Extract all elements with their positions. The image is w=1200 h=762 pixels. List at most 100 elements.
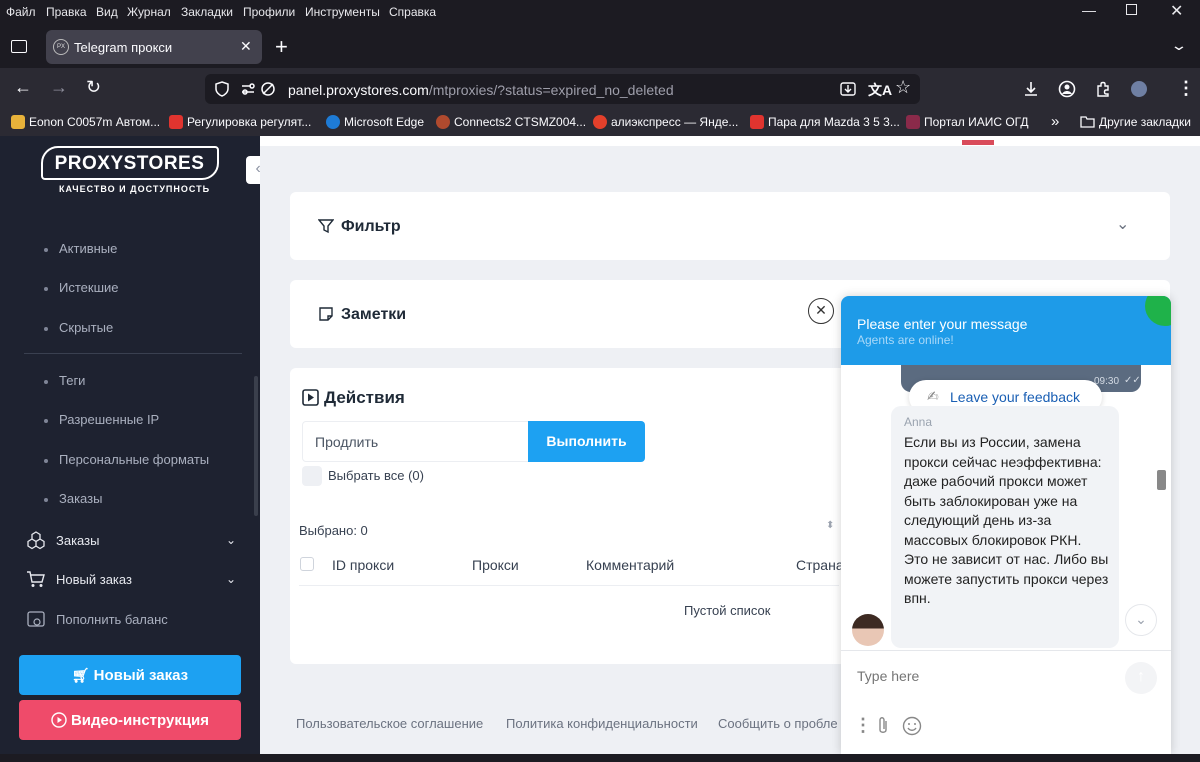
menu-bookmarks[interactable]: Закладки <box>181 5 233 19</box>
new-tab-icon[interactable]: + <box>275 36 288 58</box>
footer-link-report[interactable]: Сообщить о пробле <box>718 716 838 731</box>
send-icon[interactable]: ↑ <box>1125 662 1157 694</box>
shield-icon[interactable] <box>214 81 230 97</box>
filter-title: Фильтр <box>341 218 401 235</box>
video-guide-button[interactable]: Видео-инструкция <box>19 700 241 740</box>
edge-icon <box>326 115 340 129</box>
permissions-icon[interactable] <box>240 81 256 97</box>
language-flag-icon[interactable] <box>962 140 994 145</box>
sidebar-item-new-order[interactable]: Новый заказ ⌄ <box>26 569 236 589</box>
sidebar-item-tags[interactable]: Теги <box>44 373 85 388</box>
chat-scrollbar[interactable] <box>1157 470 1166 490</box>
bookmark-item[interactable]: алиэкспресс — Янде... <box>593 115 738 129</box>
forward-icon[interactable]: → <box>50 77 68 98</box>
active-tab[interactable]: PX Telegram прокси ✕ <box>46 30 262 64</box>
column-header-country[interactable]: Страна <box>796 557 844 573</box>
footer-link-terms[interactable]: Пользовательское соглашение <box>296 716 483 731</box>
sidebar-item-expired[interactable]: Истекшие <box>44 280 119 295</box>
execute-button[interactable]: Выполнить <box>528 421 645 462</box>
tab-overview-icon[interactable] <box>11 40 27 53</box>
translate-icon[interactable]: 文A <box>868 80 892 100</box>
bookmark-item[interactable]: Пара для Mazda 3 5 3... <box>750 115 900 129</box>
back-icon[interactable]: ← <box>14 77 32 98</box>
bookmark-label: Портал ИАИС ОГД <box>924 115 1029 129</box>
emoji-icon[interactable] <box>902 716 922 736</box>
bookmark-favicon-icon <box>169 115 183 129</box>
new-order-button[interactable]: 🛒︎ Новый заказ <box>19 655 241 695</box>
actions-title: Действия <box>324 388 405 407</box>
menu-file[interactable]: Файл <box>6 5 36 19</box>
other-bookmarks-label: Другие закладки <box>1099 115 1191 129</box>
sidebar-item-top-up[interactable]: Пополнить баланс <box>26 609 236 629</box>
restore-icon[interactable] <box>1126 4 1137 15</box>
chat-message-input[interactable] <box>851 664 1116 688</box>
logo[interactable]: PROXYSTORES <box>41 146 219 180</box>
close-tab-icon[interactable]: ✕ <box>240 38 252 55</box>
url-text[interactable]: panel.proxystores.com/mtproxies/?status=… <box>288 82 674 98</box>
scroll-down-icon[interactable]: ⌄ <box>1125 604 1157 636</box>
action-select[interactable]: Продлить <box>302 421 530 462</box>
sidebar-item-orders[interactable]: Заказы ⌄ <box>26 530 236 550</box>
more-options-icon[interactable]: ⋮ <box>854 715 872 736</box>
window-bottom-edge <box>0 754 1200 762</box>
sidebar-item-formats[interactable]: Персональные форматы <box>44 452 209 467</box>
menu-view[interactable]: Вид <box>96 5 118 19</box>
bookmark-label: Регулировка регулят... <box>187 115 312 129</box>
bookmark-label: алиэкспресс — Янде... <box>611 115 739 129</box>
sidebar-item-active[interactable]: Активные <box>44 241 117 256</box>
url-bar[interactable]: panel.proxystores.com/mtproxies/?status=… <box>205 74 920 104</box>
chevron-down-icon[interactable]: ⌄ <box>1116 214 1129 234</box>
url-domain: panel.proxystores.com <box>288 82 429 98</box>
reload-icon[interactable]: ↻ <box>86 77 101 98</box>
attach-icon[interactable] <box>875 716 891 736</box>
column-header-id[interactable]: ID прокси <box>332 557 394 573</box>
extension-cursor-icon[interactable] <box>1131 81 1147 97</box>
filter-panel[interactable]: Фильтр ⌄ <box>290 192 1170 260</box>
sort-icon[interactable]: ⬍ <box>826 520 834 531</box>
close-chat-button[interactable]: ✕ <box>808 298 834 324</box>
minimize-icon[interactable]: — <box>1082 2 1096 18</box>
sidebar-item-label: Заказы <box>56 532 100 548</box>
video-guide-button-label: Видео-инструкция <box>70 711 210 729</box>
account-icon[interactable] <box>1058 80 1076 98</box>
other-bookmarks[interactable]: Другие закладки <box>1080 115 1191 129</box>
tab-title: Telegram прокси <box>74 40 173 55</box>
app-menu-icon[interactable]: ⋮ <box>1177 78 1195 99</box>
bookmark-item[interactable]: Eonon C0057m Автом... <box>11 115 160 129</box>
bookmark-item[interactable]: Портал ИАИС ОГД <box>906 115 1029 129</box>
bookmark-star-icon[interactable]: ☆ <box>895 77 911 98</box>
note-icon <box>319 307 333 321</box>
extensions-icon[interactable] <box>1094 80 1112 98</box>
agent-message-text: Если вы из России, замена прокси сейчас … <box>904 434 1109 606</box>
menu-edit[interactable]: Правка <box>46 5 87 19</box>
menu-profiles[interactable]: Профили <box>243 5 295 19</box>
sidebar-item-hidden[interactable]: Скрытые <box>44 320 113 335</box>
footer-link-privacy[interactable]: Политика конфиденциальности <box>506 716 698 731</box>
bookmarks-overflow-icon[interactable]: » <box>1051 113 1059 130</box>
column-header-comment[interactable]: Комментарий <box>586 557 674 573</box>
sidebar-item-orders-sub[interactable]: Заказы <box>44 491 102 506</box>
tracking-off-icon[interactable] <box>260 81 276 97</box>
agent-name: Anna <box>904 415 933 429</box>
boxes-icon <box>27 531 45 550</box>
chat-header: Please enter your message Agents are onl… <box>841 296 1171 365</box>
select-all-checkbox[interactable] <box>302 466 322 486</box>
bookmark-item[interactable]: Microsoft Edge <box>326 115 424 129</box>
sidebar-scrollbar[interactable] <box>254 376 258 516</box>
bookmark-favicon-icon <box>750 115 764 129</box>
column-header-proxy[interactable]: Прокси <box>472 557 519 573</box>
sidebar-item-allowed-ip[interactable]: Разрешенные IP <box>44 412 159 427</box>
table-header-checkbox[interactable] <box>300 557 314 571</box>
menu-help[interactable]: Справка <box>389 5 436 19</box>
menu-tools[interactable]: Инструменты <box>305 5 380 19</box>
downloads-icon[interactable] <box>1022 80 1040 98</box>
menu-history[interactable]: Журнал <box>127 5 171 19</box>
close-window-icon[interactable]: ✕ <box>1170 1 1183 21</box>
tab-list-icon[interactable]: ⌄ <box>1170 37 1188 54</box>
logo-tagline: КАЧЕСТВО И ДОСТУПНОСТЬ <box>59 184 211 194</box>
bookmark-item[interactable]: Connects2 CTSMZ004... <box>436 115 586 129</box>
pen-icon: ✍︎ <box>927 388 939 404</box>
bookmark-item[interactable]: Регулировка регулят... <box>169 115 311 129</box>
install-app-icon[interactable] <box>839 80 857 98</box>
selected-count: Выбрано: 0 <box>299 523 368 538</box>
